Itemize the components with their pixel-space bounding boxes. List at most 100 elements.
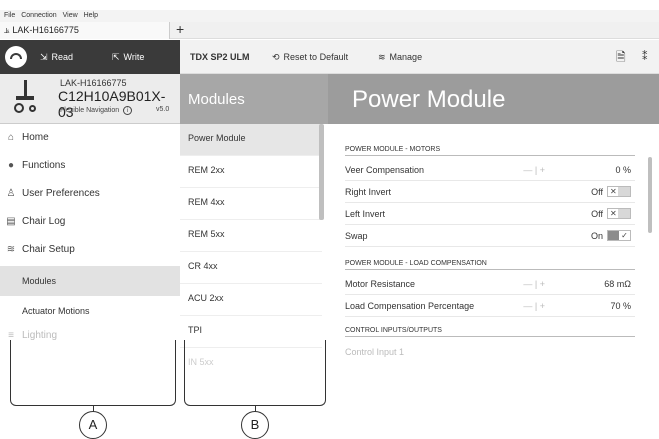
module-item-power-module[interactable]: Power Module bbox=[180, 124, 322, 156]
left-invert-state: Off bbox=[591, 209, 603, 219]
sidebar-item-label: User Preferences bbox=[22, 188, 100, 199]
tab-chair[interactable]: ⫡ LAK-H16166775 bbox=[0, 22, 170, 39]
module-item-rem-5xx[interactable]: REM 5xx bbox=[180, 220, 322, 252]
home-icon: ⌂ bbox=[7, 132, 15, 143]
sidebar-item-chair-log[interactable]: ▤ Chair Log bbox=[0, 208, 180, 236]
section-title-control-io: CONTROL INPUTS/OUTPUTS bbox=[345, 327, 635, 337]
sidebar-item-user-preferences[interactable]: ♙ User Preferences bbox=[0, 180, 180, 208]
sidebar-subitem-label: Modules bbox=[22, 276, 57, 286]
document-icon[interactable]: 🗎 bbox=[616, 40, 626, 74]
chair-nav: Flexible Navigation i bbox=[60, 106, 133, 115]
swap-state: On bbox=[590, 231, 603, 241]
connection-icon[interactable] bbox=[5, 46, 27, 68]
modules-header: Modules bbox=[180, 74, 328, 124]
nav-label: Flexible Navigation bbox=[60, 107, 120, 114]
sidebar: ⌂ Home ● Functions ♙ User Preferences ▤ … bbox=[0, 124, 180, 344]
x-icon: ✕ bbox=[610, 209, 617, 218]
user-icon: ♙ bbox=[6, 188, 16, 199]
row-control-input-1: Control Input 1 bbox=[345, 341, 635, 363]
chair-model: C12H10A9B01X-03 bbox=[58, 88, 166, 120]
sidebar-item-label: Chair Setup bbox=[22, 244, 75, 255]
row-label: Left Invert bbox=[345, 209, 386, 219]
content-scrollbar[interactable] bbox=[648, 157, 652, 233]
callout-b: B bbox=[241, 411, 269, 439]
info-icon[interactable]: i bbox=[123, 106, 133, 115]
modules-title: Modules bbox=[188, 91, 245, 108]
functions-icon: ● bbox=[7, 160, 15, 171]
row-veer-compensation: Veer Compensation — | + 0 % bbox=[345, 159, 635, 181]
module-item-cr-4xx[interactable]: CR 4xx bbox=[180, 252, 322, 284]
modules-list: Power Module REM 2xx REM 4xx REM 5xx CR … bbox=[180, 124, 328, 367]
write-icon: ⇱ bbox=[112, 52, 120, 62]
left-invert-toggle[interactable]: ✕ bbox=[607, 208, 631, 219]
section-title-motors: POWER MODULE - MOTORS bbox=[345, 146, 635, 156]
menu-file[interactable]: File bbox=[4, 10, 15, 22]
reset-icon: ⟲ bbox=[272, 52, 280, 62]
row-label: Right Invert bbox=[345, 187, 392, 197]
setup-icon: ≋ bbox=[6, 244, 16, 255]
page-title: Power Module bbox=[352, 86, 506, 113]
swap-toggle[interactable]: ✓ bbox=[607, 230, 631, 241]
row-label: Control Input 1 bbox=[345, 347, 405, 357]
motor-resistance-value[interactable]: 68 mΩ bbox=[604, 273, 631, 295]
manage-button[interactable]: ≋ Manage bbox=[378, 40, 422, 74]
callout-bracket-a bbox=[10, 340, 176, 406]
section-title-load-compensation: POWER MODULE - LOAD COMPENSATION bbox=[345, 260, 635, 270]
menu-view[interactable]: View bbox=[63, 10, 78, 22]
write-label: Write bbox=[123, 52, 145, 62]
chair-version: v5.0 bbox=[156, 106, 170, 113]
load-compensation-stepper[interactable]: — | + bbox=[523, 295, 545, 317]
module-item-acu-2xx[interactable]: ACU 2xx bbox=[180, 284, 322, 316]
callout-a: A bbox=[79, 411, 107, 439]
menu-bar: File Connection View Help bbox=[0, 10, 659, 22]
sidebar-item-chair-setup[interactable]: ≋ Chair Setup bbox=[0, 236, 180, 264]
reset-label: Reset to Default bbox=[283, 52, 349, 62]
sidebar-item-home[interactable]: ⌂ Home bbox=[0, 124, 180, 152]
module-item-rem-2xx[interactable]: REM 2xx bbox=[180, 156, 322, 188]
veer-value[interactable]: 0 % bbox=[615, 159, 631, 181]
row-label: Swap bbox=[345, 231, 368, 241]
row-load-compensation: Load Compensation Percentage — | + 70 % bbox=[345, 295, 635, 317]
manage-label: Manage bbox=[389, 52, 423, 62]
x-icon: ✕ bbox=[610, 187, 617, 196]
manage-icon: ≋ bbox=[378, 52, 386, 62]
reset-default-button[interactable]: ⟲ Reset to Default bbox=[272, 40, 348, 74]
row-right-invert: Right Invert Off ✕ bbox=[345, 181, 635, 203]
modules-scrollbar[interactable] bbox=[319, 124, 324, 220]
toolbar-left: ⇲ Read ⇱ Write bbox=[0, 40, 180, 74]
chair-info: LAK-H16166775 C12H10A9B01X-03 Flexible N… bbox=[0, 74, 180, 124]
motor-resistance-stepper[interactable]: — | + bbox=[523, 273, 545, 295]
chair-tab-icon: ⫡ bbox=[4, 26, 10, 35]
row-swap: Swap On ✓ bbox=[345, 225, 635, 247]
write-button[interactable]: ⇱ Write bbox=[112, 40, 144, 74]
read-button[interactable]: ⇲ Read bbox=[40, 40, 73, 74]
page-header: Power Module bbox=[328, 74, 659, 124]
right-invert-state: Off bbox=[591, 187, 603, 197]
row-label: Load Compensation Percentage bbox=[345, 301, 475, 311]
veer-stepper[interactable]: — | + bbox=[523, 159, 545, 181]
read-icon: ⇲ bbox=[40, 52, 48, 62]
settings-icon[interactable]: ⁑ bbox=[642, 40, 648, 74]
tab-bar: ⫡ LAK-H16166775 + bbox=[0, 21, 659, 39]
row-left-invert: Left Invert Off ✕ bbox=[345, 203, 635, 225]
row-label: Veer Compensation bbox=[345, 165, 425, 175]
menu-connection[interactable]: Connection bbox=[21, 10, 56, 22]
product-label: TDX SP2 ULM bbox=[190, 52, 250, 62]
read-label: Read bbox=[51, 52, 74, 62]
toolbar-right: TDX SP2 ULM ⟲ Reset to Default ≋ Manage 🗎 … bbox=[180, 40, 659, 74]
sidebar-item-label: Home bbox=[22, 132, 49, 143]
row-label: Motor Resistance bbox=[345, 279, 416, 289]
sidebar-item-label: Functions bbox=[22, 160, 66, 171]
add-tab-button[interactable]: + bbox=[176, 21, 184, 38]
check-icon: ✓ bbox=[619, 231, 630, 240]
sidebar-item-functions[interactable]: ● Functions bbox=[0, 152, 180, 180]
load-compensation-value[interactable]: 70 % bbox=[610, 295, 631, 317]
menu-help[interactable]: Help bbox=[84, 10, 98, 22]
chair-serial: LAK-H16166775 bbox=[60, 78, 127, 88]
sidebar-item-modules[interactable]: Modules bbox=[0, 266, 180, 296]
module-item-rem-4xx[interactable]: REM 4xx bbox=[180, 188, 322, 220]
callout-bracket-b bbox=[184, 340, 326, 406]
right-invert-toggle[interactable]: ✕ bbox=[607, 186, 631, 197]
tab-label: LAK-H16166775 bbox=[12, 25, 79, 35]
log-icon: ▤ bbox=[6, 216, 16, 227]
